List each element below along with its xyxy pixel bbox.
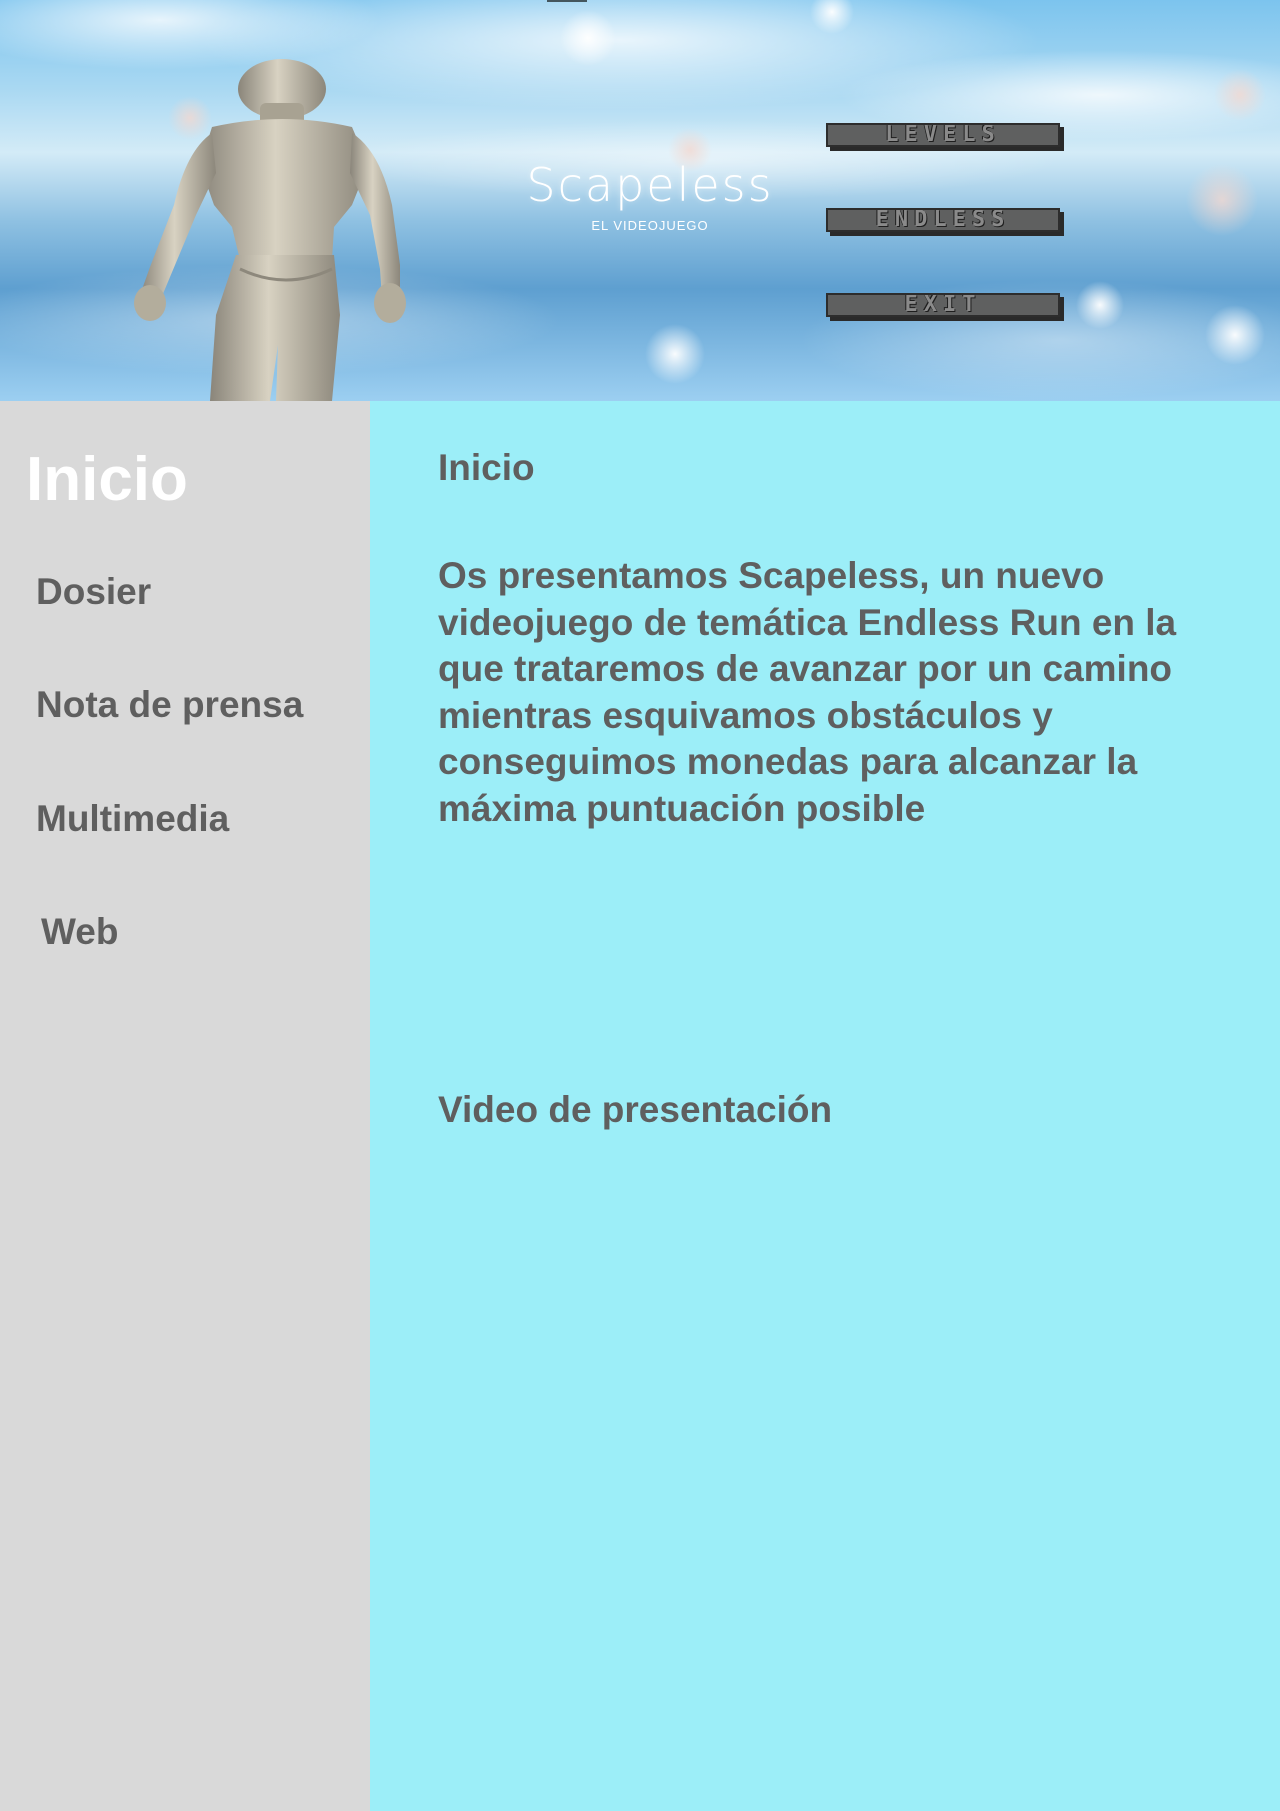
sidebar-heading: Inicio: [26, 445, 188, 514]
exit-button[interactable]: EXIT: [826, 293, 1060, 317]
game-title: Scapeless: [526, 158, 774, 212]
sidebar-item-nota-de-prensa[interactable]: Nota de prensa: [36, 686, 303, 723]
sidebar-item-multimedia[interactable]: Multimedia: [36, 800, 229, 837]
game-banner: Scapeless EL VIDEOJUEGO LEVELS ENDLESS E…: [0, 0, 1280, 401]
sidebar-nav: Inicio Dosier Nota de prensa Multimedia …: [0, 401, 370, 1811]
page-title: Inicio: [438, 447, 535, 488]
character-model: [134, 59, 406, 401]
video-section-heading: Video de presentación: [438, 1089, 833, 1130]
game-subtitle: EL VIDEOJUEGO: [591, 218, 709, 233]
page: Scapeless EL VIDEOJUEGO LEVELS ENDLESS E…: [0, 0, 1280, 1811]
main-content: Inicio Os presentamos Scapeless, un nuev…: [370, 401, 1280, 1811]
sidebar-item-web[interactable]: Web: [41, 913, 118, 950]
sidebar-item-dosier[interactable]: Dosier: [36, 573, 151, 610]
intro-paragraph: Os presentamos Scapeless, un nuevo video…: [438, 555, 1177, 829]
endless-button[interactable]: ENDLESS: [826, 208, 1060, 232]
levels-button[interactable]: LEVELS: [826, 123, 1060, 147]
